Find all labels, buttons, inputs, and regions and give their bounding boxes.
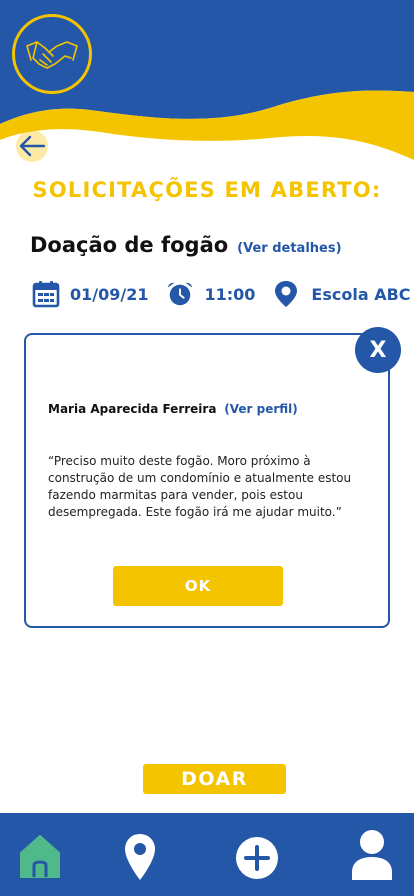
bottom-nav	[0, 813, 414, 896]
nav-add[interactable]	[234, 835, 280, 881]
request-header: Doação de fogão (Ver detalhes)	[30, 233, 342, 257]
view-profile-link[interactable]: (Ver perfil)	[224, 402, 298, 416]
request-time: 11:00	[204, 284, 256, 304]
page-title: SOLICITAÇÕES EM ABERTO:	[32, 178, 382, 202]
back-button[interactable]	[14, 128, 50, 164]
donate-button[interactable]: DOAR	[143, 764, 286, 794]
requester-info: Maria Aparecida Ferreira (Ver perfil)	[48, 402, 298, 416]
map-pin-icon	[273, 280, 301, 308]
plus-circle-icon	[236, 837, 278, 879]
nav-map[interactable]	[120, 831, 160, 883]
request-message-modal: Maria Aparecida Ferreira (Ver perfil) “P…	[24, 333, 390, 628]
home-icon	[20, 835, 60, 878]
nav-profile[interactable]	[348, 827, 396, 883]
close-button[interactable]: X	[355, 327, 401, 373]
view-details-link[interactable]: (Ver detalhes)	[237, 241, 341, 256]
user-icon	[352, 830, 392, 880]
request-date: 01/09/21	[70, 284, 149, 304]
map-pin-icon	[125, 834, 155, 880]
request-location: Escola ABC	[311, 284, 411, 304]
arrow-left-icon	[16, 130, 48, 162]
alarm-clock-icon	[166, 280, 194, 308]
request-message: “Preciso muito deste fogão. Moro próximo…	[48, 454, 352, 519]
request-title: Doação de fogão	[30, 233, 229, 257]
handshake-logo-icon	[12, 14, 92, 94]
ok-button[interactable]: OK	[113, 566, 283, 606]
calendar-icon	[32, 280, 60, 308]
requester-name: Maria Aparecida Ferreira	[48, 402, 217, 416]
nav-home[interactable]	[18, 831, 62, 881]
request-meta: 01/09/21 11:00 Escola ABC	[32, 278, 411, 310]
